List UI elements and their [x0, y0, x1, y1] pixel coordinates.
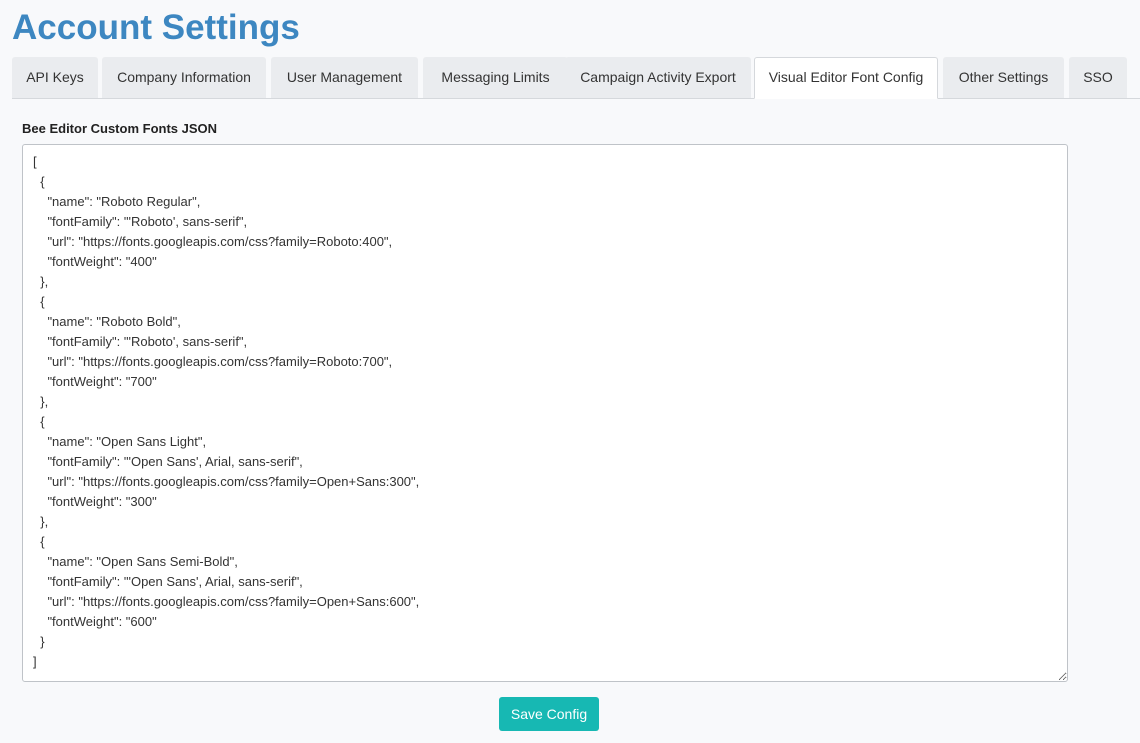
tab-other-settings[interactable]: Other Settings: [943, 57, 1064, 98]
tab-sso[interactable]: SSO: [1069, 57, 1127, 98]
tab-campaign-activity-export[interactable]: Campaign Activity Export: [565, 57, 751, 98]
tab-messaging-limits[interactable]: Messaging Limits: [423, 57, 568, 98]
fonts-json-textarea[interactable]: [ { "name": "Roboto Regular", "fontFamil…: [22, 144, 1068, 682]
tab-api-keys[interactable]: API Keys: [12, 57, 98, 98]
tab-visual-editor-font-config[interactable]: Visual Editor Font Config: [754, 57, 938, 99]
fonts-json-label: Bee Editor Custom Fonts JSON: [22, 121, 218, 136]
page-title: Account Settings: [12, 8, 300, 47]
tab-user-management[interactable]: User Management: [271, 57, 418, 98]
save-config-button[interactable]: Save Config: [499, 697, 599, 731]
settings-tabs: API Keys Company Information User Manage…: [12, 57, 1140, 99]
tab-company-information[interactable]: Company Information: [102, 57, 266, 98]
account-settings-page: Account Settings API Keys Company Inform…: [0, 0, 1140, 743]
